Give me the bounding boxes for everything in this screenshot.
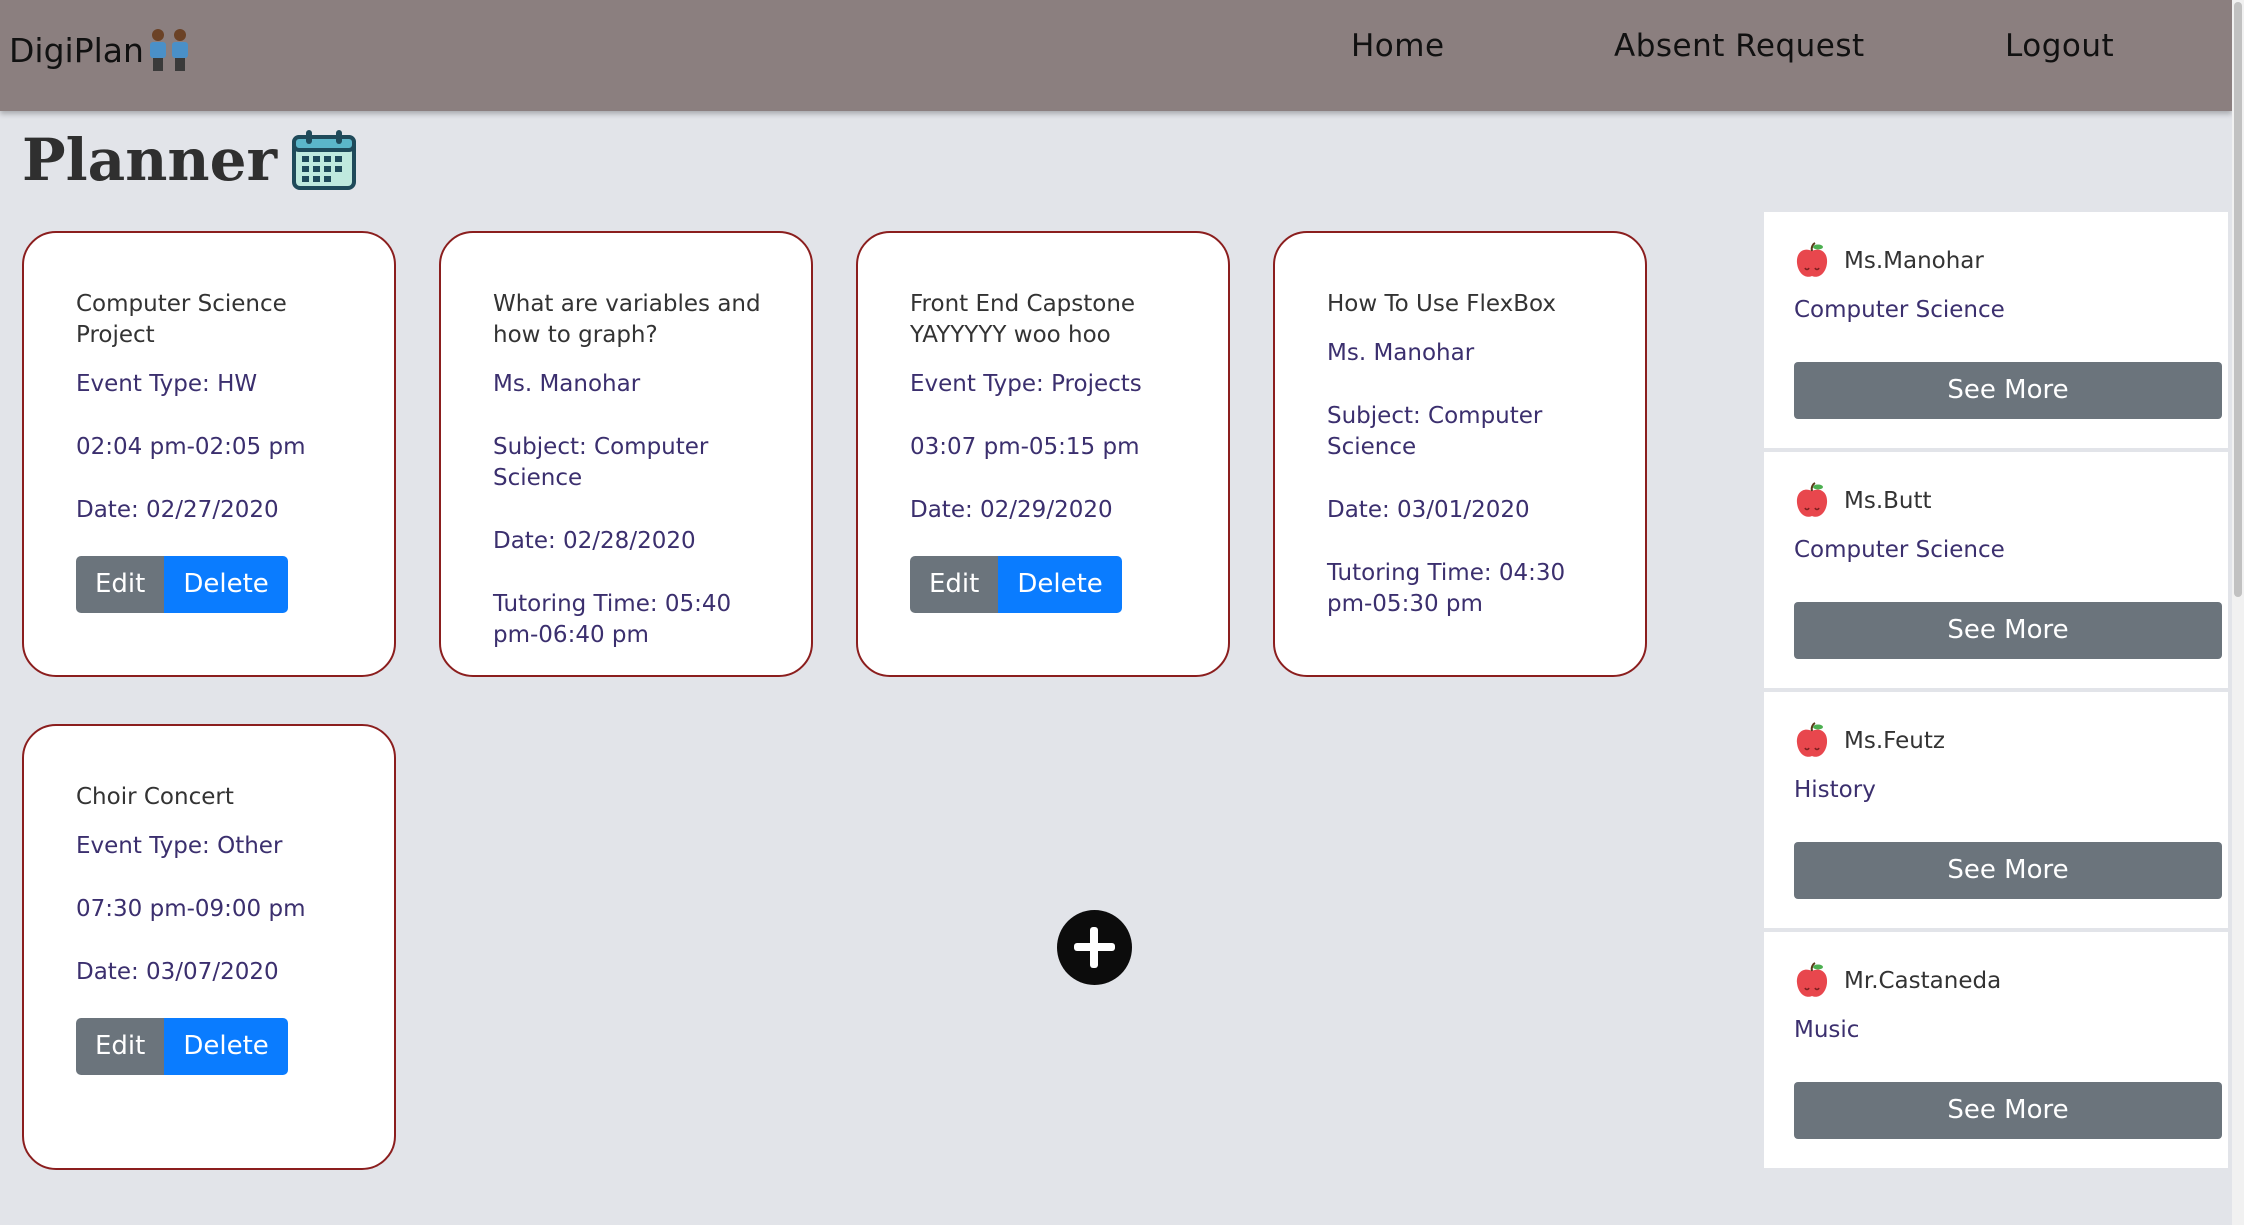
teacher-card: Ms.Manohar Computer Science See More: [1764, 212, 2228, 452]
event-card: What are variables and how to graph? Ms.…: [439, 231, 813, 677]
event-teacher: Ms. Manohar: [493, 371, 641, 397]
event-subject: Subject: Computer Science: [493, 434, 709, 491]
delete-button[interactable]: Delete: [998, 556, 1122, 613]
teacher-card: Mr.Castaneda Music See More: [1764, 932, 2228, 1172]
event-card: Choir Concert Event Type: Other 07:30 pm…: [22, 724, 396, 1170]
event-date: Date: 02/29/2020: [910, 497, 1113, 523]
event-type: Event Type: Projects: [910, 371, 1142, 397]
event-time: 07:30 pm-09:00 pm: [76, 896, 306, 922]
apple-icon: [1796, 722, 1828, 757]
navbar: DigiPlan Home Absent Request Logout: [0, 0, 2232, 111]
event-teacher: Ms. Manohar: [1327, 340, 1475, 366]
see-more-button[interactable]: See More: [1794, 602, 2222, 659]
event-card: Front End Capstone YAYYYYY woo hoo Event…: [856, 231, 1230, 677]
event-title: How To Use FlexBox: [1327, 291, 1557, 317]
see-more-button[interactable]: See More: [1794, 842, 2222, 899]
apple-icon: [1796, 482, 1828, 517]
teacher-subject: Computer Science: [1794, 297, 2005, 323]
see-more-button[interactable]: See More: [1794, 362, 2222, 419]
nav-absent-request-link[interactable]: Absent Request: [1614, 28, 1865, 64]
teacher-name: Ms.Butt: [1844, 488, 1932, 514]
teacher-subject: History: [1794, 777, 1876, 803]
event-date: Date: 03/07/2020: [76, 959, 279, 985]
teacher-name: Ms.Feutz: [1844, 728, 1945, 754]
event-date: Date: 02/28/2020: [493, 528, 696, 554]
teacher-name: Ms.Manohar: [1844, 248, 1984, 274]
add-icon[interactable]: [1057, 910, 1132, 985]
page-title-row: Planner: [22, 126, 357, 194]
calendar-icon: [292, 130, 357, 190]
brand[interactable]: DigiPlan: [9, 0, 190, 100]
edit-button[interactable]: Edit: [76, 1018, 165, 1075]
edit-button[interactable]: Edit: [76, 556, 165, 613]
page-title: Planner: [22, 126, 278, 194]
event-tutoring-time: Tutoring Time: 05:40 pm-06:40 pm: [493, 591, 732, 648]
event-subject: Subject: Computer Science: [1327, 403, 1543, 460]
brand-name: DigiPlan: [9, 30, 144, 70]
event-time: 03:07 pm-05:15 pm: [910, 434, 1140, 460]
teacher-name: Mr.Castaneda: [1844, 968, 2002, 994]
nav-logout-link[interactable]: Logout: [2005, 28, 2114, 64]
teacher-card: Ms.Feutz History See More: [1764, 692, 2228, 932]
event-time: 02:04 pm-02:05 pm: [76, 434, 306, 460]
event-type: Event Type: HW: [76, 371, 258, 397]
see-more-button[interactable]: See More: [1794, 1082, 2222, 1139]
event-type: Event Type: Other: [76, 833, 283, 859]
nav-home-link[interactable]: Home: [1351, 28, 1445, 64]
scrollbar[interactable]: [2232, 0, 2244, 1225]
delete-button[interactable]: Delete: [164, 1018, 288, 1075]
apple-icon: [1796, 962, 1828, 997]
event-title: Choir Concert: [76, 784, 234, 810]
event-tutoring-time: Tutoring Time: 04:30 pm-05:30 pm: [1327, 560, 1566, 617]
event-date: Date: 03/01/2020: [1327, 497, 1530, 523]
apple-icon: [1796, 242, 1828, 277]
event-title: Front End Capstone YAYYYYY woo hoo: [910, 291, 1136, 348]
students-icon: [148, 27, 190, 73]
event-title: Computer Science Project: [76, 291, 287, 348]
delete-button[interactable]: Delete: [164, 556, 288, 613]
event-title: What are variables and how to graph?: [493, 291, 761, 348]
event-date: Date: 02/27/2020: [76, 497, 279, 523]
event-card: How To Use FlexBox Ms. Manohar Subject: …: [1273, 231, 1647, 677]
event-card: Computer Science Project Event Type: HW …: [22, 231, 396, 677]
scrollbar-thumb[interactable]: [2234, 2, 2242, 597]
teacher-subject: Computer Science: [1794, 537, 2005, 563]
teacher-card: Ms.Butt Computer Science See More: [1764, 452, 2228, 692]
teachers-sidebar: Ms.Manohar Computer Science See More Ms.…: [1764, 212, 2228, 1172]
edit-button[interactable]: Edit: [910, 556, 999, 613]
teacher-subject: Music: [1794, 1017, 1860, 1043]
